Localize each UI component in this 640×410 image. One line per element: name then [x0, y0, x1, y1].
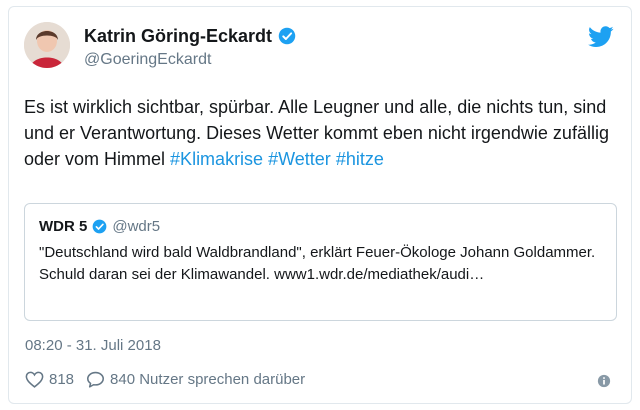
info-icon[interactable]: [597, 374, 611, 388]
quoted-author-handle: @wdr5: [112, 217, 161, 235]
verified-badge-icon: [278, 27, 296, 45]
hashtag-link[interactable]: #Wetter: [268, 149, 331, 169]
tweet-header: Katrin Göring-Eckardt @GoeringEckardt: [24, 22, 616, 78]
twitter-bird-icon[interactable]: [588, 26, 614, 48]
speech-bubble-icon: [87, 371, 105, 388]
tweet-actions: 818 840 Nutzer sprechen darüber: [25, 371, 317, 388]
like-button[interactable]: 818: [25, 371, 74, 388]
quoted-author-name: WDR 5: [39, 217, 88, 235]
quoted-tweet-text: "Deutschland wird bald Waldbrandland", e…: [39, 244, 596, 283]
tweet-text: Es ist wirklich sichtbar, spürbar. Alle …: [24, 94, 614, 172]
hashtag-link[interactable]: #hitze: [336, 149, 384, 169]
quoted-tweet-header: WDR 5 @wdr5: [39, 216, 160, 236]
author-name-row: Katrin Göring-Eckardt: [84, 24, 296, 48]
author-name[interactable]: Katrin Göring-Eckardt: [84, 26, 272, 47]
discussion-count: 840 Nutzer sprechen darüber: [110, 371, 306, 388]
avatar[interactable]: [24, 22, 70, 68]
reply-button[interactable]: 840 Nutzer sprechen darüber: [86, 371, 305, 388]
verified-badge-icon: [92, 219, 107, 233]
like-count: 818: [49, 371, 75, 388]
quoted-tweet[interactable]: WDR 5 @wdr5 "Deutschland wird bald Waldb…: [24, 203, 617, 321]
author-block: Katrin Göring-Eckardt @GoeringEckardt: [84, 24, 296, 69]
heart-icon: [25, 371, 44, 388]
hashtag-link[interactable]: #Klimakrise: [170, 149, 263, 169]
tweet-card: Katrin Göring-Eckardt @GoeringEckardt Es…: [8, 6, 632, 404]
tweet-timestamp[interactable]: 08:20 - 31. Juli 2018: [25, 337, 161, 354]
author-handle[interactable]: @GoeringEckardt: [84, 51, 296, 69]
